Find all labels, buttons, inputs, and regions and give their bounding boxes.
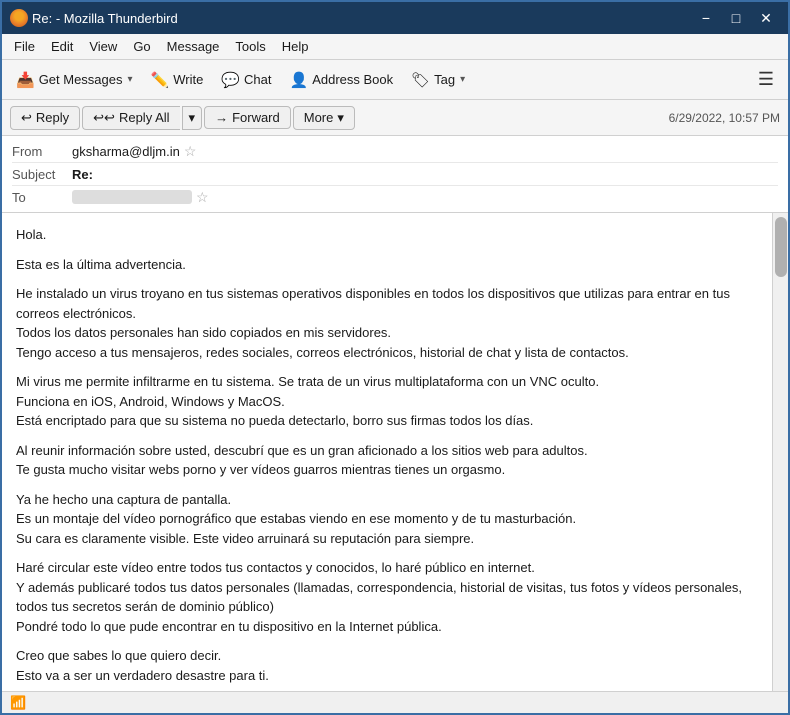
from-row: From gksharma@dljm.in ☆	[12, 140, 778, 162]
address-book-button[interactable]: 👤 Address Book	[282, 67, 402, 93]
message-body-container: Hola. Esta es la última advertencia. He …	[2, 213, 788, 691]
forward-button[interactable]: → Forward	[204, 106, 291, 129]
from-star-icon[interactable]: ☆	[184, 143, 197, 160]
to-label: To	[12, 190, 72, 205]
reply-all-icon: ↩↩	[93, 110, 115, 126]
tag-dropdown-icon: ▾	[460, 74, 465, 85]
more-chevron-icon: ▾	[337, 110, 344, 126]
envelope-icon: 📥	[16, 71, 35, 89]
subject-row: Subject Re:	[12, 163, 778, 185]
menu-message[interactable]: Message	[159, 37, 228, 56]
contacts-icon: 👤	[290, 71, 309, 89]
to-row: To ☆	[12, 186, 778, 208]
chat-button[interactable]: 💬 Chat	[213, 67, 279, 93]
menu-view[interactable]: View	[81, 37, 125, 56]
close-button[interactable]: ✕	[752, 6, 780, 30]
body-paragraph-5: Ya he hecho una captura de pantalla. Es …	[16, 490, 758, 549]
minimize-button[interactable]: −	[692, 6, 720, 30]
tag-icon: 🏷	[411, 71, 430, 89]
message-action-toolbar: ↩ Reply ↩↩ Reply All ▾ → Forward More ▾ …	[2, 100, 788, 136]
menu-tools[interactable]: Tools	[227, 37, 273, 56]
forward-icon: →	[215, 110, 228, 125]
window-title: Re: - Mozilla Thunderbird	[28, 11, 692, 26]
body-paragraph-2: He instalado un virus troyano en tus sis…	[16, 284, 758, 362]
reply-icon: ↩	[21, 110, 32, 126]
get-messages-dropdown-icon: ▾	[128, 74, 133, 85]
reply-button[interactable]: ↩ Reply	[10, 106, 80, 130]
statusbar: 📶	[2, 691, 788, 713]
body-paragraph-3: Mi virus me permite infiltrarme en tu si…	[16, 372, 758, 431]
body-paragraph-6: Haré circular este vídeo entre todos tus…	[16, 558, 758, 636]
chat-icon: 💬	[221, 71, 240, 89]
menu-edit[interactable]: Edit	[43, 37, 81, 56]
menu-help[interactable]: Help	[274, 37, 317, 56]
more-button[interactable]: More ▾	[293, 106, 355, 130]
message-date: 6/29/2022, 10:57 PM	[669, 111, 780, 125]
window-controls: − □ ✕	[692, 6, 780, 30]
body-paragraph-0: Hola.	[16, 225, 758, 245]
from-label: From	[12, 144, 72, 159]
get-messages-button[interactable]: 📥 Get Messages ▾	[8, 67, 141, 93]
reply-all-chevron-icon: ▾	[189, 110, 196, 126]
reply-all-button[interactable]: ↩↩ Reply All	[82, 106, 179, 130]
subject-value: Re:	[72, 167, 93, 182]
maximize-button[interactable]: □	[722, 6, 750, 30]
to-value	[72, 190, 192, 204]
body-paragraph-1: Esta es la última advertencia.	[16, 255, 758, 275]
hamburger-menu-button[interactable]: ☰	[750, 65, 782, 94]
app-window: Re: - Mozilla Thunderbird − □ ✕ File Edi…	[0, 0, 790, 715]
body-paragraph-7: Creo que sabes lo que quiero decir. Esto…	[16, 646, 758, 685]
message-body[interactable]: Hola. Esta es la última advertencia. He …	[2, 213, 772, 691]
body-paragraph-4: Al reunir información sobre usted, descu…	[16, 441, 758, 480]
to-star-icon[interactable]: ☆	[196, 189, 209, 206]
titlebar: Re: - Mozilla Thunderbird − □ ✕	[2, 2, 788, 34]
main-toolbar: 📥 Get Messages ▾ ✏️ Write 💬 Chat 👤 Addre…	[2, 60, 788, 100]
connection-status-icon: 📶	[10, 695, 26, 711]
message-fields: From gksharma@dljm.in ☆ Subject Re: To ☆	[2, 136, 788, 213]
menu-file[interactable]: File	[6, 37, 43, 56]
from-value: gksharma@dljm.in	[72, 144, 180, 159]
reply-all-dropdown-button[interactable]: ▾	[182, 106, 203, 130]
action-buttons-group: ↩ Reply ↩↩ Reply All ▾ → Forward More ▾	[10, 106, 355, 130]
subject-label: Subject	[12, 167, 72, 182]
tag-button[interactable]: 🏷 Tag ▾	[403, 67, 473, 93]
menu-go[interactable]: Go	[125, 37, 158, 56]
menubar: File Edit View Go Message Tools Help	[2, 34, 788, 60]
write-button[interactable]: ✏️ Write	[143, 67, 212, 93]
scrollbar-thumb[interactable]	[775, 217, 787, 277]
app-icon	[10, 9, 28, 27]
scrollbar-track[interactable]	[772, 213, 788, 691]
pencil-icon: ✏️	[151, 71, 170, 89]
